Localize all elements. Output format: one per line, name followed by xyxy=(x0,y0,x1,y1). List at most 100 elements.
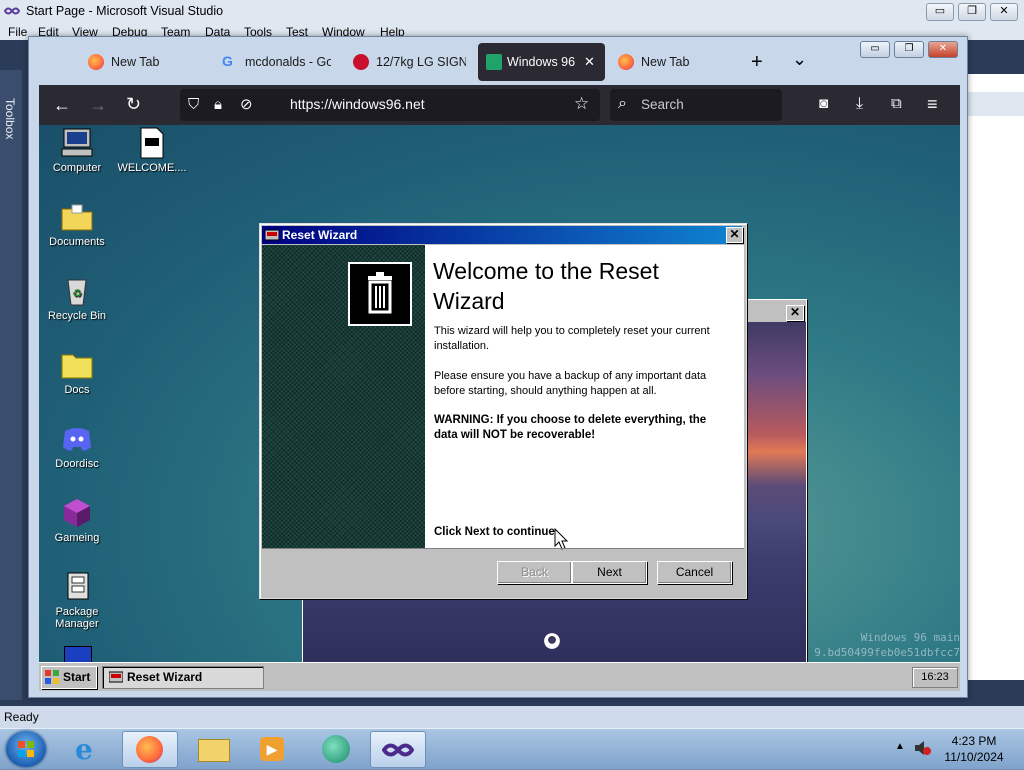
vs-status-bar: Ready xyxy=(0,706,1024,728)
windows96-icon xyxy=(486,54,502,70)
ff-minimize-button[interactable]: ▭ xyxy=(860,41,890,58)
back-button[interactable]: Back xyxy=(497,561,572,584)
desktop-icon-computer[interactable]: Computer xyxy=(39,127,115,174)
vs-right-panel xyxy=(966,74,1024,680)
volume-muted-icon[interactable] xyxy=(914,740,932,756)
win7-clock[interactable]: 4:23 PM 11/10/2024 xyxy=(934,733,1014,765)
visual-studio-logo-icon xyxy=(4,7,20,15)
file-explorer-icon xyxy=(198,739,230,762)
back-button[interactable]: ← xyxy=(53,96,71,114)
tab-list-button[interactable]: ⌄ xyxy=(792,49,807,70)
computer-icon xyxy=(61,128,93,157)
desktop-icon-label: Documents xyxy=(49,236,105,248)
taskbar-app[interactable] xyxy=(310,731,364,766)
desktop-icon-label: Gameing xyxy=(54,532,100,544)
wizard-close-button[interactable]: ✕ xyxy=(726,227,743,243)
tab-windows96[interactable]: Windows 96 ✕ xyxy=(478,43,605,81)
app-icon xyxy=(322,735,350,763)
version-watermark: Windows 96 main 9.bd50499feb0e51dbfcc7 xyxy=(806,630,960,660)
taskbar-item-label: Reset Wizard xyxy=(127,670,203,684)
firefox-icon xyxy=(136,736,163,763)
tab-close-icon[interactable]: ✕ xyxy=(584,54,595,70)
ff-close-button[interactable]: ✕ xyxy=(928,41,958,58)
bookmark-star-icon[interactable]: ☆ xyxy=(574,95,589,113)
tab-label: New Tab xyxy=(641,55,690,69)
win7-start-orb[interactable] xyxy=(6,731,46,767)
start-label: Start xyxy=(63,670,91,684)
permissions-icon[interactable]: ⊘ xyxy=(240,96,253,114)
recycle-bin-icon: ♻ xyxy=(67,279,87,306)
desktop-icon-welcome[interactable]: WELCOME.... xyxy=(114,127,190,174)
forward-button[interactable]: → xyxy=(89,96,107,114)
desktop-icon-recycle-bin[interactable]: ♻ Recycle Bin xyxy=(39,275,115,322)
lock-icon[interactable]: 🔒︎ xyxy=(214,96,222,114)
reset-wizard-title-bar[interactable]: Reset Wizard xyxy=(262,226,742,244)
vs-toolbox-tab[interactable]: Toolbox xyxy=(0,70,22,700)
markdown-file-icon xyxy=(140,127,164,159)
url-text[interactable]: https://windows96.net xyxy=(290,96,425,112)
desktop-icon-label: Package Manager xyxy=(55,606,99,630)
package-icon xyxy=(67,572,89,600)
pocket-icon[interactable]: ◙ xyxy=(819,95,828,113)
menu-file[interactable]: File xyxy=(8,25,27,39)
taskbar-item-reset-wizard[interactable]: Reset Wizard xyxy=(102,666,264,689)
new-tab-button[interactable]: + xyxy=(751,51,763,74)
downloads-icon[interactable]: ⤓ xyxy=(856,95,863,113)
shield-icon[interactable]: ⛉ xyxy=(188,96,199,114)
firefox-icon xyxy=(88,54,104,70)
tab-label: mcdonalds - Go xyxy=(245,55,331,69)
taskbar-internet-explorer[interactable]: e xyxy=(63,731,117,766)
tab-new-tab-2[interactable]: New Tab xyxy=(618,43,728,81)
taskbar-firefox[interactable] xyxy=(122,731,178,768)
win7-time: 4:23 PM xyxy=(951,734,997,748)
wizard-app-icon xyxy=(109,671,123,683)
desktop-icon-package-manager[interactable]: Package Manager xyxy=(39,571,115,630)
desktop-icon-documents[interactable]: Documents xyxy=(39,201,115,248)
vs-close-button[interactable]: ✕ xyxy=(990,3,1018,21)
windows96-start-button[interactable]: Start xyxy=(41,666,97,689)
firefox-window-controls: ▭ ❐ ✕ xyxy=(860,41,960,59)
version-line: Windows 96 main xyxy=(860,631,960,644)
wizard-intro-text: This wizard will help you to completely … xyxy=(434,325,710,352)
desktop-icon-label: Computer xyxy=(52,162,102,174)
desktop-icon-label: Docs xyxy=(64,384,90,396)
cancel-button[interactable]: Cancel xyxy=(657,561,732,584)
build-hash-line: 9.bd50499feb0e51dbfcc7 xyxy=(814,646,960,659)
svg-text:♻: ♻ xyxy=(72,288,82,300)
wizard-app-icon xyxy=(265,229,279,241)
taskbar-file-explorer[interactable] xyxy=(186,731,240,766)
tab-new-tab-1[interactable]: New Tab xyxy=(88,43,208,81)
tab-label: Windows 96 xyxy=(507,55,576,69)
google-icon: G xyxy=(222,53,233,69)
wizard-backup-text: Please ensure you have a backup of any i… xyxy=(434,370,707,397)
desktop-icon-docs[interactable]: Docs xyxy=(39,349,115,396)
media-player-icon: ▶ xyxy=(260,737,284,761)
lg-icon xyxy=(353,54,369,70)
firefox-tab-strip: New Tab G mcdonalds - Go 12/7kg LG SIGNA… xyxy=(38,41,960,83)
desktop-icon-gameing[interactable]: Gameing xyxy=(39,497,115,544)
internet-explorer-icon: e xyxy=(75,733,93,766)
tab-google-search[interactable]: G mcdonalds - Go xyxy=(222,43,334,81)
vs-restore-button[interactable]: ❐ xyxy=(958,3,986,21)
search-box[interactable]: ⌕ xyxy=(610,89,782,121)
vs-minimize-button[interactable]: ▭ xyxy=(926,3,954,21)
taskbar-visual-studio[interactable] xyxy=(370,731,426,768)
app-menu-button[interactable]: ≡ xyxy=(927,95,938,113)
reload-button[interactable]: ↻ xyxy=(126,95,141,113)
ff-restore-button[interactable]: ❐ xyxy=(894,41,924,58)
wizard-continue-text: Click Next to continue xyxy=(434,526,555,538)
taskbar-media-player[interactable]: ▶ xyxy=(246,731,300,766)
show-hidden-icons-button[interactable]: ▲ xyxy=(895,741,905,752)
win7-date: 11/10/2024 xyxy=(944,750,1004,764)
toolbox-label: Toolbox xyxy=(3,98,17,140)
background-window-close-button[interactable]: ✕ xyxy=(786,305,804,321)
tab-lg-product[interactable]: 12/7kg LG SIGNA xyxy=(353,43,473,81)
github-icon[interactable] xyxy=(543,632,561,650)
visual-studio-icon xyxy=(382,743,414,757)
extensions-icon[interactable]: ⧉ xyxy=(891,95,902,113)
tab-label: 12/7kg LG SIGNA xyxy=(376,55,466,69)
desktop-icon-label: Recycle Bin xyxy=(47,310,107,322)
desktop-icon-doordisc[interactable]: Doordisc xyxy=(39,423,115,470)
search-placeholder[interactable]: Search xyxy=(641,97,684,112)
next-button[interactable]: Next xyxy=(572,561,647,584)
